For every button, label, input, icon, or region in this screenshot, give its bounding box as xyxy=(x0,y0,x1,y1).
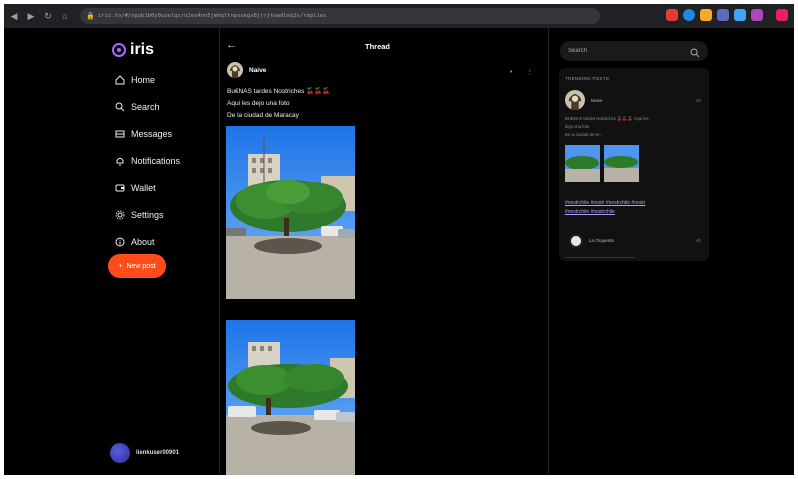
new-post-label: New post xyxy=(126,262,156,270)
url-text: iris.to/#/npub1b0y9ozelqcrn2ex4nn5jmhqlt… xyxy=(98,13,327,19)
trending-image[interactable] xyxy=(604,145,639,182)
search-box[interactable] xyxy=(560,41,708,61)
sidebar-item-settings[interactable]: Settings xyxy=(114,201,180,228)
column-divider xyxy=(548,28,549,475)
info-icon xyxy=(114,236,125,247)
trending-image[interactable] xyxy=(565,145,600,182)
sidebar-item-label: Messages xyxy=(131,128,173,139)
reload-icon[interactable]: ↻ xyxy=(41,9,55,23)
extension-icon[interactable] xyxy=(683,9,695,21)
extension-icon[interactable] xyxy=(751,9,763,21)
lock-icon: 🔒 xyxy=(86,12,95,20)
home-icon[interactable]: ⌂ xyxy=(58,9,72,23)
extension-icon[interactable] xyxy=(666,9,678,21)
sidebar-item-home[interactable]: Home xyxy=(114,66,180,93)
post-author[interactable]: Naive xyxy=(249,67,266,74)
messages-icon xyxy=(114,128,125,139)
sidebar-item-label: Notifications xyxy=(131,155,181,166)
column-divider xyxy=(219,28,220,475)
forward-icon[interactable]: ▶ xyxy=(24,9,38,23)
post-image[interactable] xyxy=(226,320,355,475)
hashtag-link[interactable]: #nostrchile #nostr #nostrchile #nostr xyxy=(565,200,645,206)
page-title: Thread xyxy=(365,42,391,51)
panel-title: TRENDING POSTS xyxy=(565,76,610,81)
extension-icon[interactable] xyxy=(717,9,729,21)
avatar[interactable] xyxy=(227,62,243,78)
search-icon xyxy=(114,101,125,112)
new-post-button[interactable]: + New post xyxy=(108,254,166,278)
account-switcher[interactable]: lienkuser00901 xyxy=(110,443,179,463)
post-line: Aqui les dejo una foto xyxy=(227,100,290,107)
trending-time: 4h xyxy=(695,238,701,243)
trending-text: BUENAS tardes Nostriches 🍒🍒🍒 Aqui les xyxy=(565,116,649,121)
app-name: iris xyxy=(130,41,155,58)
sidebar-item-wallet[interactable]: Wallet xyxy=(114,174,180,201)
browser-toolbar: ◀ ▶ ↻ ⌂ 🔒 iris.to/#/npub1b0y9ozelqcrn2ex… xyxy=(4,4,794,28)
plus-icon: + xyxy=(118,262,123,270)
trending-text: De la ciudad de M... xyxy=(565,132,603,137)
trending-author[interactable]: Naive xyxy=(591,98,603,103)
back-arrow-icon[interactable]: ← xyxy=(226,39,237,51)
divider xyxy=(565,257,635,258)
sidebar-item-label: Home xyxy=(131,74,156,85)
sidebar-item-label: About xyxy=(131,236,155,247)
trending-text: dejo una foto xyxy=(565,124,590,129)
sidebar-item-label: Search xyxy=(131,101,160,112)
search-input[interactable] xyxy=(568,48,678,54)
sidebar-menu: Home Search Messages Notifications Walle… xyxy=(114,66,180,255)
extensions-bar xyxy=(666,9,788,21)
sidebar-item-search[interactable]: Search xyxy=(114,93,180,120)
hashtag-link[interactable]: #nostrchile #nostrchile xyxy=(565,209,615,215)
extension-icon[interactable] xyxy=(700,9,712,21)
search-icon[interactable] xyxy=(690,45,700,63)
extension-icon[interactable] xyxy=(776,9,788,21)
home-icon xyxy=(114,74,125,85)
wallet-icon xyxy=(114,182,125,193)
avatar[interactable] xyxy=(569,234,583,248)
trending-panel: TRENDING POSTS Naive 4h BUENAS tardes No… xyxy=(559,68,709,261)
gear-icon xyxy=(114,209,125,220)
sidebar-item-label: Wallet xyxy=(131,182,156,193)
iris-logo-icon xyxy=(112,43,126,57)
sidebar-item-about[interactable]: About xyxy=(114,228,180,255)
post-header: Naive xyxy=(227,62,266,78)
post-body: Bu€NAS tardes Nostriches 🍒🍒🍒 Aqui les de… xyxy=(227,86,330,122)
sidebar-item-messages[interactable]: Messages xyxy=(114,120,180,147)
extension-icon[interactable] xyxy=(734,9,746,21)
sidebar-item-label: Settings xyxy=(131,209,164,220)
sidebar-item-notifications[interactable]: Notifications xyxy=(114,147,180,174)
trending-time: 4h xyxy=(695,98,701,103)
url-bar[interactable]: 🔒 iris.to/#/npub1b0y9ozelqcrn2ex4nn5jmhq… xyxy=(80,8,600,24)
post-line: De la ciudad de Maracay xyxy=(227,112,299,119)
bell-icon xyxy=(114,155,125,166)
app-logo[interactable]: iris xyxy=(112,41,154,59)
avatar[interactable] xyxy=(565,90,585,110)
post-image[interactable] xyxy=(226,126,355,299)
post-menu-icon[interactable]: • ⋮ xyxy=(510,68,539,76)
post-line: Bu€NAS tardes Nostriches 🍒🍒🍒 xyxy=(227,88,331,95)
trending-author[interactable]: La Orquesta xyxy=(589,238,614,243)
screen: ◀ ▶ ↻ ⌂ 🔒 iris.to/#/npub1b0y9ozelqcrn2ex… xyxy=(4,4,794,475)
back-icon[interactable]: ◀ xyxy=(7,9,21,23)
avatar xyxy=(110,443,130,463)
account-name: lienkuser00901 xyxy=(136,450,180,456)
